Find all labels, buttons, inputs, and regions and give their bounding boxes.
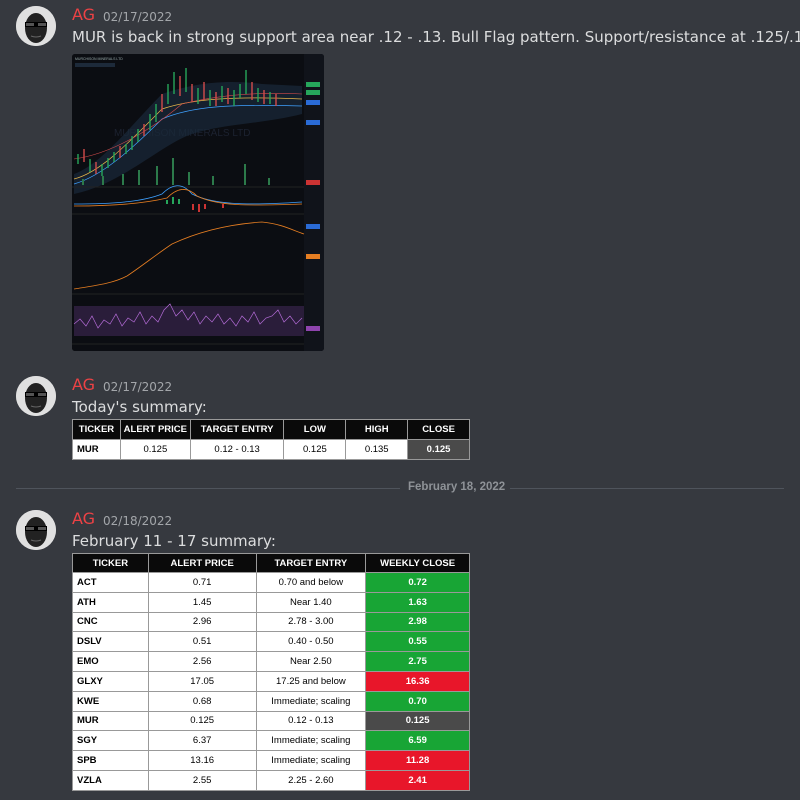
table-row: VZLA 2.55 2.25 - 2.60 2.41 [72,769,470,791]
timestamp: 02/17/2022 [103,380,173,394]
target-entry-cell: 0.70 and below [255,572,367,593]
target-entry-cell: 2.78 - 3.00 [255,611,367,633]
target-entry-cell: 17.25 and below [255,670,367,692]
target-entry-cell: Immediate; scaling [255,750,367,771]
alert-price-cell: 2.96 [147,611,257,633]
column-header: TICKER [72,419,121,440]
target-entry-cell: Near 1.40 [255,591,367,613]
weekly-close-cell: 2.75 [365,651,470,672]
table-row: ATH 1.45 Near 1.40 1.63 [72,591,470,613]
author-name[interactable]: AG [72,509,95,528]
ticker-cell: ACT [72,572,149,593]
ticker-cell: KWE [72,690,149,712]
column-header: TARGET ENTRY [189,419,285,440]
alert-price-cell: 0.125 [119,439,191,460]
avatar[interactable] [16,510,56,550]
message-text: MUR is back in strong support area near … [72,28,800,46]
weekly-close-cell: 0.70 [365,690,470,712]
alert-price-cell: 0.125 [147,710,257,732]
message-text: February 11 - 17 summary: [72,532,276,550]
low-cell: 0.125 [283,439,347,460]
alert-price-cell: 17.05 [147,670,257,692]
ticker-cell: GLXY [72,670,149,692]
divider-label: February 18, 2022 [408,481,506,493]
weekly-close-cell: 2.98 [365,611,470,633]
close-cell: 0.125 [407,439,470,460]
weekly-summary-table: TICKER ALERT PRICE TARGET ENTRY WEEKLY C… [72,553,470,791]
table-header-row: TICKER ALERT PRICE TARGET ENTRY WEEKLY C… [72,553,470,573]
message-text: Today's summary: [72,398,207,416]
alert-price-cell: 6.37 [147,730,257,752]
target-entry-cell: 0.40 - 0.50 [255,631,367,653]
avatar[interactable] [16,376,56,416]
ticker-cell: MUR [72,710,149,732]
table-row: MUR 0.125 0.12 - 0.13 0.125 0.135 0.125 [72,439,470,460]
target-entry-cell: 0.12 - 0.13 [255,710,367,732]
ticker-cell: ATH [72,591,149,613]
weekly-close-cell: 6.59 [365,730,470,752]
table-row: KWE 0.68 Immediate; scaling 0.70 [72,690,470,712]
table-row: EMO 2.56 Near 2.50 2.75 [72,651,470,672]
timestamp: 02/17/2022 [103,10,173,24]
ticker-cell: CNC [72,611,149,633]
author-name[interactable]: AG [72,375,95,394]
weekly-close-cell: 0.55 [365,631,470,653]
timestamp: 02/18/2022 [103,514,173,528]
table-row: ACT 0.71 0.70 and below 0.72 [72,572,470,593]
alert-price-cell: 0.51 [147,631,257,653]
table-row: SPB 13.16 Immediate; scaling 11.28 [72,750,470,771]
ticker-cell: SPB [72,750,149,771]
alert-price-cell: 0.71 [147,572,257,593]
target-entry-cell: 2.25 - 2.60 [255,769,367,791]
weekly-close-cell: 2.41 [365,769,470,791]
column-header: HIGH [345,419,409,440]
chart-title: MURCHISON MINERALS LTD [75,57,123,61]
ticker-cell: SGY [72,730,149,752]
weekly-close-cell: 16.36 [365,670,470,692]
weekly-close-cell: 11.28 [365,750,470,771]
alert-price-cell: 13.16 [147,750,257,771]
table-header-row: TICKER ALERT PRICE TARGET ENTRY LOW HIGH… [72,419,470,440]
ticker-cell: DSLV [72,631,149,653]
weekly-close-cell: 1.63 [365,591,470,613]
column-header: TICKER [72,553,149,573]
ticker-cell: MUR [72,439,121,460]
alert-price-cell: 2.56 [147,651,257,672]
table-row: MUR 0.125 0.12 - 0.13 0.125 [72,710,470,732]
stock-chart-image[interactable]: MURCHISON MINERALS LTD MURCHISON MINERAL… [72,54,324,351]
target-entry-cell: 0.12 - 0.13 [189,439,285,460]
today-summary-table: TICKER ALERT PRICE TARGET ENTRY LOW HIGH… [72,419,470,460]
column-header: LOW [283,419,347,440]
alert-price-cell: 0.68 [147,690,257,712]
table-row: GLXY 17.05 17.25 and below 16.36 [72,670,470,692]
column-header: TARGET ENTRY [255,553,367,573]
table-row: DSLV 0.51 0.40 - 0.50 0.55 [72,631,470,653]
avatar[interactable] [16,6,56,46]
high-cell: 0.135 [345,439,409,460]
ticker-cell: VZLA [72,769,149,791]
column-header: CLOSE [407,419,470,440]
target-entry-cell: Near 2.50 [255,651,367,672]
table-row: CNC 2.96 2.78 - 3.00 2.98 [72,611,470,633]
column-header: WEEKLY CLOSE [365,553,470,573]
column-header: ALERT PRICE [119,419,191,440]
author-name[interactable]: AG [72,5,95,24]
table-row: SGY 6.37 Immediate; scaling 6.59 [72,730,470,752]
column-header: ALERT PRICE [147,553,257,573]
weekly-close-cell: 0.72 [365,572,470,593]
target-entry-cell: Immediate; scaling [255,730,367,752]
weekly-close-cell: 0.125 [365,710,470,732]
date-divider: February 18, 2022 [0,481,800,493]
alert-price-cell: 2.55 [147,769,257,791]
alert-price-cell: 1.45 [147,591,257,613]
ticker-cell: EMO [72,651,149,672]
target-entry-cell: Immediate; scaling [255,690,367,712]
